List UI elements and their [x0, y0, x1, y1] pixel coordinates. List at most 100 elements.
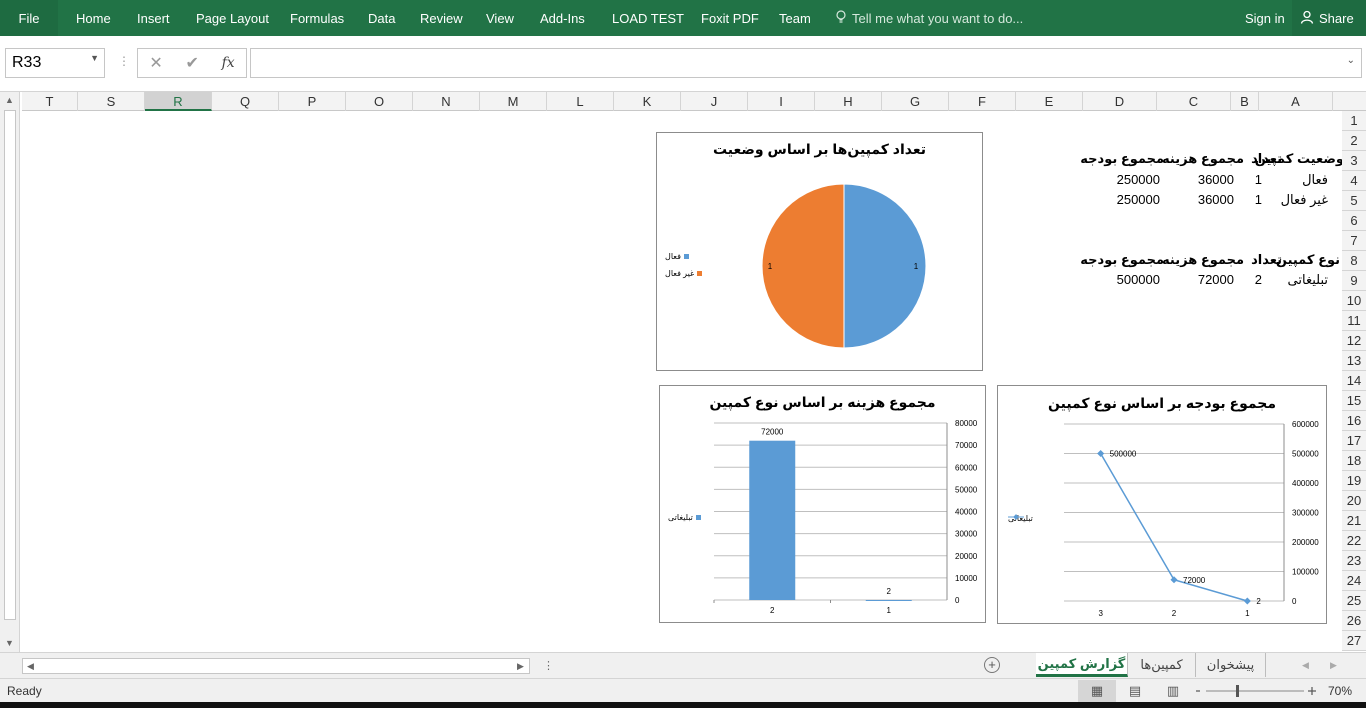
- tab-insert[interactable]: Insert: [137, 0, 170, 36]
- tab-data[interactable]: Data: [368, 0, 395, 36]
- tab-review[interactable]: Review: [420, 0, 463, 36]
- cell-b8[interactable]: تعداد: [1248, 252, 1282, 268]
- column-header-f[interactable]: F: [949, 92, 1016, 111]
- normal-view-icon[interactable]: ▦: [1078, 680, 1116, 702]
- scrollbar-thumb[interactable]: [4, 110, 16, 620]
- row-header-14[interactable]: 14: [1342, 371, 1366, 391]
- row-header-22[interactable]: 22: [1342, 531, 1366, 551]
- tab-home[interactable]: Home: [76, 0, 111, 36]
- row-header-15[interactable]: 15: [1342, 391, 1366, 411]
- cell-c8[interactable]: مجموع هزینه: [1162, 252, 1244, 268]
- cell-a9[interactable]: تبلیغاتی: [1258, 272, 1328, 288]
- row-header-18[interactable]: 18: [1342, 451, 1366, 471]
- column-header-p[interactable]: P: [279, 92, 346, 111]
- share-button[interactable]: Share: [1292, 0, 1366, 36]
- cell-c4[interactable]: 36000: [1162, 172, 1234, 187]
- next-sheet-icon[interactable]: ▶: [1330, 660, 1337, 671]
- scroll-up-icon[interactable]: ▲: [5, 95, 14, 105]
- worksheet-grid[interactable]: وضعیت کمپین تعداد مجموع هزینه مجموع بودج…: [22, 111, 1342, 651]
- row-header-26[interactable]: 26: [1342, 611, 1366, 631]
- tab-sheet-dashboard[interactable]: پیشخوان: [1196, 653, 1266, 677]
- vertical-scrollbar[interactable]: ▲ ▼: [0, 92, 20, 652]
- scroll-down-icon[interactable]: ▼: [5, 638, 14, 648]
- data-point[interactable]: [1243, 597, 1251, 605]
- pie-slice-inactive[interactable]: [761, 183, 845, 349]
- pie-chart[interactable]: تعداد کمپین‌ها بر اساس وضعیت فعال غیر فع…: [656, 132, 983, 371]
- row-header-1[interactable]: 1: [1342, 111, 1366, 131]
- enter-icon[interactable]: ✔: [185, 53, 198, 73]
- cell-d8[interactable]: مجموع بودجه: [1080, 252, 1164, 268]
- tab-page-layout[interactable]: Page Layout: [196, 0, 269, 36]
- cell-d5[interactable]: 250000: [1088, 192, 1160, 207]
- formula-input[interactable]: ⌄: [250, 48, 1362, 78]
- row-header-13[interactable]: 13: [1342, 351, 1366, 371]
- column-header-a[interactable]: A: [1259, 92, 1333, 111]
- row-header-20[interactable]: 20: [1342, 491, 1366, 511]
- column-header-t[interactable]: T: [22, 92, 78, 111]
- tab-split-icon[interactable]: ⋮: [543, 659, 554, 672]
- row-header-19[interactable]: 19: [1342, 471, 1366, 491]
- tab-formulas[interactable]: Formulas: [290, 0, 344, 36]
- scroll-right-icon[interactable]: ▶: [517, 661, 524, 672]
- row-header-16[interactable]: 16: [1342, 411, 1366, 431]
- column-header-c[interactable]: C: [1157, 92, 1231, 111]
- data-point[interactable]: [1097, 449, 1105, 458]
- bar-chart[interactable]: مجموع هزینه بر اساس نوع کمپین تبلیغاتی 8…: [659, 385, 986, 623]
- page-layout-view-icon[interactable]: ▤: [1116, 680, 1154, 702]
- tab-sheet-campaigns[interactable]: کمپین‌ها: [1128, 653, 1196, 677]
- column-header-r[interactable]: R: [145, 92, 212, 111]
- zoom-level[interactable]: 70%: [1328, 684, 1352, 698]
- row-header-24[interactable]: 24: [1342, 571, 1366, 591]
- cell-c5[interactable]: 36000: [1162, 192, 1234, 207]
- row-header-11[interactable]: 11: [1342, 311, 1366, 331]
- name-box[interactable]: R33 ▼: [5, 48, 105, 78]
- row-header-9[interactable]: 9: [1342, 271, 1366, 291]
- cell-a5[interactable]: غیر فعال: [1258, 192, 1328, 208]
- column-header-d[interactable]: D: [1083, 92, 1157, 111]
- row-header-2[interactable]: 2: [1342, 131, 1366, 151]
- row-header-25[interactable]: 25: [1342, 591, 1366, 611]
- cancel-icon[interactable]: ✕: [149, 53, 162, 73]
- tab-foxit-pdf[interactable]: Foxit PDF: [701, 0, 759, 36]
- row-header-23[interactable]: 23: [1342, 551, 1366, 571]
- page-break-view-icon[interactable]: ▥: [1154, 680, 1192, 702]
- data-point[interactable]: [1170, 576, 1178, 584]
- tell-me-box[interactable]: Tell me what you want to do...: [836, 0, 1023, 36]
- horizontal-scrollbar[interactable]: ◀ ▶: [22, 658, 530, 674]
- cell-b3[interactable]: تعداد: [1248, 151, 1282, 167]
- row-header-27[interactable]: 27: [1342, 631, 1366, 651]
- column-header-i[interactable]: I: [748, 92, 815, 111]
- cell-c3[interactable]: مجموع هزینه: [1162, 151, 1244, 167]
- column-header-j[interactable]: J: [681, 92, 748, 111]
- add-sheet-icon[interactable]: +: [984, 657, 1000, 673]
- line-chart[interactable]: مجموع بودجه بر اساس نوع کمپین تبلیغاتی 6…: [997, 385, 1327, 624]
- row-header-6[interactable]: 6: [1342, 211, 1366, 231]
- insert-function-icon[interactable]: fx: [222, 55, 235, 71]
- column-header-s[interactable]: S: [78, 92, 145, 111]
- column-header-k[interactable]: K: [614, 92, 681, 111]
- row-header-5[interactable]: 5: [1342, 191, 1366, 211]
- tab-add-ins[interactable]: Add-Ins: [540, 0, 585, 36]
- tab-view[interactable]: View: [486, 0, 514, 36]
- tab-sheet-report[interactable]: گزارش کمپین: [1036, 653, 1128, 677]
- row-header-10[interactable]: 10: [1342, 291, 1366, 311]
- column-header-g[interactable]: G: [882, 92, 949, 111]
- chevron-down-icon[interactable]: ▼: [90, 53, 99, 63]
- column-header-o[interactable]: O: [346, 92, 413, 111]
- expand-formula-icon[interactable]: ⌄: [1347, 55, 1355, 66]
- column-header-h[interactable]: H: [815, 92, 882, 111]
- column-header-q[interactable]: Q: [212, 92, 279, 111]
- cell-c9[interactable]: 72000: [1162, 272, 1234, 287]
- cell-a4[interactable]: فعال: [1258, 172, 1328, 188]
- tab-load-test[interactable]: LOAD TEST: [612, 0, 684, 36]
- scroll-left-icon[interactable]: ◀: [27, 661, 34, 672]
- column-header-n[interactable]: N: [413, 92, 480, 111]
- row-header-21[interactable]: 21: [1342, 511, 1366, 531]
- column-header-e[interactable]: E: [1016, 92, 1083, 111]
- column-header-m[interactable]: M: [480, 92, 547, 111]
- row-header-8[interactable]: 8: [1342, 251, 1366, 271]
- prev-sheet-icon[interactable]: ◀: [1302, 660, 1309, 671]
- row-header-7[interactable]: 7: [1342, 231, 1366, 251]
- column-header-b[interactable]: B: [1231, 92, 1259, 111]
- file-tab[interactable]: File: [0, 0, 58, 36]
